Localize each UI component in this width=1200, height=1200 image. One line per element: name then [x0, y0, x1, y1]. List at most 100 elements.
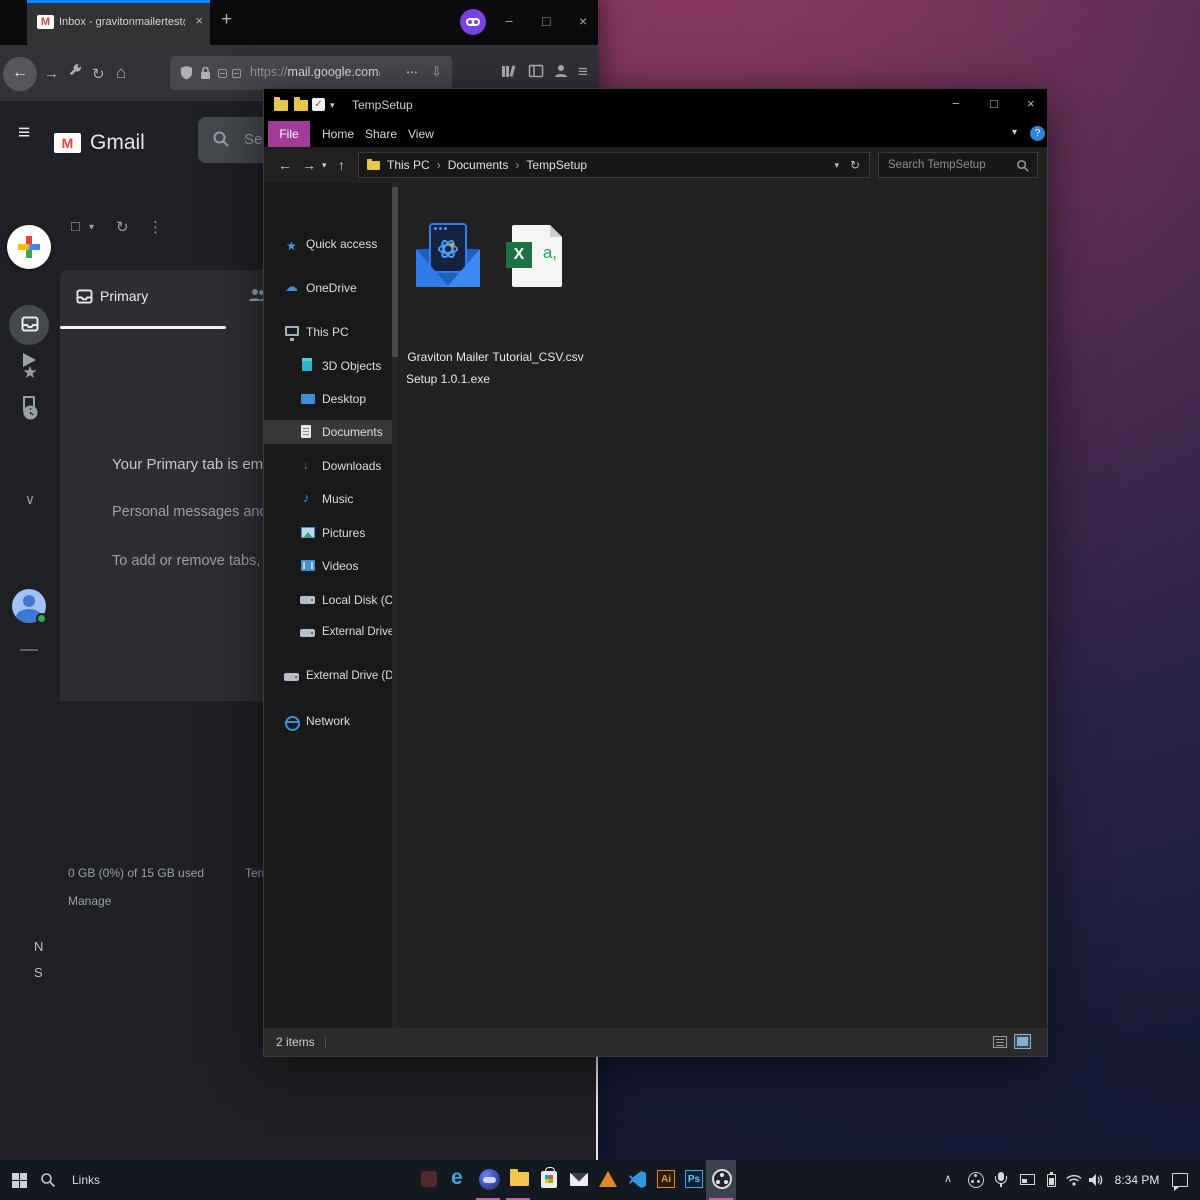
breadcrumb-this-pc[interactable]: This PC — [387, 158, 430, 172]
library-icon[interactable] — [500, 63, 516, 79]
sidebar-item-downloads[interactable]: Downloads — [264, 454, 392, 478]
qat-folder-icon[interactable] — [274, 100, 288, 111]
address-bar[interactable]: This PC›Documents›TempSetup ▾ ↻ — [358, 152, 870, 178]
tray-wifi-icon[interactable] — [1066, 1174, 1082, 1186]
hamburger-menu-icon[interactable]: ≡ — [578, 62, 588, 82]
explorer-title-bar[interactable]: ✓ ▾ TempSetup − □ × — [264, 89, 1047, 121]
firefox-minimize-button[interactable]: − — [505, 13, 513, 29]
sidebar-item-desktop[interactable]: Desktop — [264, 387, 392, 411]
taskbar-pinned-app[interactable] — [413, 1160, 443, 1200]
home-button[interactable]: ⌂ — [116, 63, 126, 83]
more-labels-chevron-icon[interactable]: ∨ — [0, 491, 60, 508]
nav-forward-icon[interactable]: → — [302, 157, 316, 173]
refresh-icon[interactable]: ↻ — [116, 218, 129, 236]
url-text[interactable]: https://mail.google.com/m — [250, 65, 380, 79]
qat-dropdown-icon[interactable]: ▾ — [330, 100, 335, 111]
firefox-maximize-button[interactable]: □ — [542, 13, 550, 29]
start-button[interactable] — [12, 1173, 27, 1188]
explorer-minimize-button[interactable]: − — [952, 96, 960, 111]
sent-icon[interactable] — [23, 353, 36, 367]
sidebar-item-quick-access[interactable]: Quick access — [264, 232, 392, 256]
select-dropdown-icon[interactable]: ▾ — [89, 222, 94, 233]
taskbar-illustrator[interactable]: Ai — [650, 1160, 680, 1200]
sidebar-item-this-pc[interactable]: This PC — [264, 320, 392, 344]
sidebar-item-documents[interactable]: Documents — [264, 420, 392, 444]
sidebar-item-pictures[interactable]: Pictures — [264, 521, 392, 545]
gmail-menu-icon[interactable]: ≡ — [18, 121, 30, 145]
tray-expand-chevron-icon[interactable]: ∧ — [944, 1172, 952, 1185]
nav-up-icon[interactable]: ↑ — [338, 157, 345, 173]
permission-icon[interactable] — [218, 69, 227, 78]
taskbar-photoshop[interactable]: Ps — [678, 1160, 708, 1200]
sidebar-item-3d-objects[interactable]: 3D Objects — [264, 354, 392, 378]
sidebar-item-external-drive-d[interactable]: External Drive (D:) — [264, 621, 392, 645]
breadcrumb-documents[interactable]: Documents — [448, 158, 509, 172]
compose-button[interactable] — [7, 225, 51, 269]
manage-link[interactable]: Manage — [68, 894, 111, 908]
ribbon-tab-home[interactable]: Home — [322, 127, 354, 141]
links-toolbar-label[interactable]: Links — [72, 1173, 100, 1187]
breadcrumb-tempsetup[interactable]: TempSetup — [526, 158, 587, 172]
help-icon[interactable]: ? — [1030, 126, 1045, 141]
explorer-search-box[interactable]: Search TempSetup — [878, 152, 1038, 178]
ribbon-tab-view[interactable]: View — [408, 127, 434, 141]
permission-icon-2[interactable] — [232, 69, 241, 78]
forward-button[interactable]: → — [44, 65, 59, 82]
nav-recent-dropdown-icon[interactable]: ▾ — [322, 160, 327, 171]
account-icon[interactable] — [553, 63, 569, 79]
drafts-icon[interactable] — [23, 396, 35, 412]
address-refresh-icon[interactable]: ↻ — [850, 158, 860, 172]
page-actions-icon[interactable]: ••• — [407, 68, 418, 77]
sidebar-item-onedrive[interactable]: OneDrive — [264, 276, 392, 300]
details-view-icon[interactable] — [993, 1036, 1007, 1048]
explorer-maximize-button[interactable]: □ — [990, 96, 998, 111]
explorer-close-button[interactable]: × — [1027, 96, 1035, 111]
sidebar-toggle-icon[interactable] — [528, 63, 544, 79]
new-tab-button[interactable]: + — [221, 9, 232, 31]
save-to-pocket-icon[interactable]: ⇩ — [431, 64, 442, 80]
reload-button[interactable]: ↻ — [92, 65, 105, 83]
shield-icon[interactable] — [180, 66, 193, 80]
tab-close-icon[interactable]: × — [195, 13, 203, 28]
qat-folder-icon-2[interactable] — [294, 100, 308, 111]
ribbon-expand-icon[interactable]: ▾ — [1012, 127, 1017, 138]
wrench-icon[interactable] — [68, 64, 83, 79]
sidebar-item-videos[interactable]: Videos — [264, 554, 392, 578]
taskbar-vlc[interactable] — [592, 1160, 622, 1200]
action-center-icon[interactable] — [1172, 1173, 1188, 1187]
nav-back-icon[interactable]: ← — [278, 157, 292, 173]
taskbar-file-explorer[interactable] — [503, 1160, 533, 1200]
back-button[interactable]: ← — [3, 57, 37, 91]
sidebar-item-local-disk-c[interactable]: Local Disk (C:) — [264, 588, 392, 612]
clock[interactable]: 8:34 PM — [1108, 1173, 1166, 1187]
taskbar-vscode[interactable] — [621, 1160, 651, 1200]
browser-tab-gmail[interactable]: M Inbox - gravitonmailertest@gm × — [27, 0, 210, 45]
drag-handle[interactable] — [20, 649, 38, 651]
ribbon-tab-share[interactable]: Share — [365, 127, 397, 141]
lock-icon[interactable] — [200, 66, 211, 80]
tray-display-icon[interactable] — [1020, 1174, 1035, 1185]
explorer-search-icon[interactable] — [1016, 159, 1029, 172]
taskbar-search-icon[interactable] — [40, 1172, 56, 1188]
sidebar-item-external-drive-d-2[interactable]: External Drive (D:) — [264, 665, 392, 689]
sidebar-item-network[interactable]: Network — [264, 709, 392, 733]
tab-primary-label[interactable]: Primary — [100, 288, 148, 304]
address-dropdown-icon[interactable]: ▾ — [834, 160, 839, 171]
select-all-checkbox[interactable]: □ — [71, 218, 80, 235]
taskbar-edge[interactable]: e — [443, 1160, 473, 1200]
taskbar-microsoft-store[interactable] — [533, 1160, 563, 1200]
tray-obs-icon[interactable] — [968, 1172, 984, 1188]
tray-volume-icon[interactable] — [1088, 1173, 1103, 1187]
sidebar-item-music[interactable]: Music — [264, 487, 392, 511]
taskbar-obs-active[interactable] — [706, 1160, 736, 1200]
large-icons-view-icon[interactable] — [1014, 1034, 1031, 1049]
tray-microphone-icon[interactable] — [998, 1172, 1004, 1181]
firefox-close-button[interactable]: × — [579, 13, 587, 29]
more-options-icon[interactable]: ⋮ — [148, 218, 163, 236]
taskbar-mail[interactable] — [563, 1160, 593, 1200]
qat-properties-icon[interactable]: ✓ — [312, 98, 325, 111]
tray-battery-icon[interactable] — [1047, 1174, 1056, 1187]
url-bar[interactable]: https://mail.google.com/m ••• ⇩ — [170, 56, 452, 90]
file-list-pane[interactable]: Graviton Mailer Setup 1.0.1.exe X a, Tut… — [398, 183, 1047, 1030]
taskbar-firefox-private[interactable] — [473, 1160, 503, 1200]
